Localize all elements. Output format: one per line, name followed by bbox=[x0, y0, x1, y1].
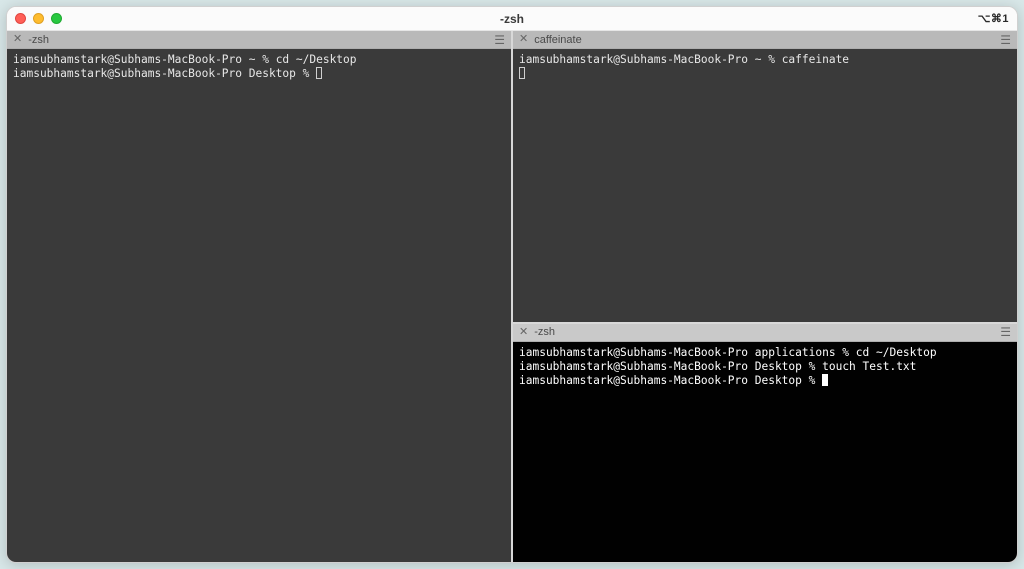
split-panes: ✕ -zsh ☰ iamsubhamstark@Subhams-MacBook-… bbox=[7, 31, 1017, 562]
prompt: iamsubhamstark@Subhams-MacBook-Pro Deskt… bbox=[13, 67, 316, 80]
close-tab-icon[interactable]: ✕ bbox=[13, 34, 22, 45]
terminal-window: -zsh ⌥⌘1 ✕ -zsh ☰ iamsubhamstark@Subhams… bbox=[6, 6, 1018, 563]
terminal-body-left[interactable]: iamsubhamstark@Subhams-MacBook-Pro ~ % c… bbox=[7, 49, 511, 562]
command-text: cd ~/Desktop bbox=[276, 53, 357, 66]
prompt: iamsubhamstark@Subhams-MacBook-Pro Deskt… bbox=[519, 374, 822, 387]
cursor-icon bbox=[822, 374, 828, 386]
pane-bottom-right[interactable]: ✕ -zsh ☰ iamsubhamstark@Subhams-MacBook-… bbox=[513, 324, 1017, 562]
cursor-icon bbox=[519, 67, 525, 79]
tabbar-bottom-right[interactable]: ✕ -zsh ☰ bbox=[513, 324, 1017, 342]
window-title: -zsh bbox=[7, 12, 1017, 26]
close-tab-icon[interactable]: ✕ bbox=[519, 34, 528, 45]
tabbar-left[interactable]: ✕ -zsh ☰ bbox=[7, 31, 511, 49]
tab-menu-icon[interactable]: ☰ bbox=[1000, 326, 1011, 338]
terminal-body-top-right[interactable]: iamsubhamstark@Subhams-MacBook-Pro ~ % c… bbox=[513, 49, 1017, 322]
tab-title: -zsh bbox=[28, 34, 49, 46]
prompt: iamsubhamstark@Subhams-MacBook-Pro ~ % bbox=[519, 53, 782, 66]
tab-menu-icon[interactable]: ☰ bbox=[1000, 34, 1011, 46]
close-tab-icon[interactable]: ✕ bbox=[519, 327, 528, 338]
prompt: iamsubhamstark@Subhams-MacBook-Pro Deskt… bbox=[519, 360, 822, 373]
prompt: iamsubhamstark@Subhams-MacBook-Pro ~ % bbox=[13, 53, 276, 66]
minimize-icon[interactable] bbox=[33, 13, 44, 24]
titlebar[interactable]: -zsh ⌥⌘1 bbox=[7, 7, 1017, 31]
pane-top-right[interactable]: ✕ caffeinate ☰ iamsubhamstark@Subhams-Ma… bbox=[513, 31, 1017, 322]
close-icon[interactable] bbox=[15, 13, 26, 24]
command-text: cd ~/Desktop bbox=[856, 346, 937, 359]
prompt: iamsubhamstark@Subhams-MacBook-Pro appli… bbox=[519, 346, 856, 359]
cursor-icon bbox=[316, 67, 322, 79]
tab-title: caffeinate bbox=[534, 34, 582, 46]
terminal-body-bottom-right[interactable]: iamsubhamstark@Subhams-MacBook-Pro appli… bbox=[513, 342, 1017, 562]
pane-left[interactable]: ✕ -zsh ☰ iamsubhamstark@Subhams-MacBook-… bbox=[7, 31, 511, 562]
command-text: caffeinate bbox=[782, 53, 849, 66]
zoom-icon[interactable] bbox=[51, 13, 62, 24]
right-column: ✕ caffeinate ☰ iamsubhamstark@Subhams-Ma… bbox=[513, 31, 1017, 562]
tab-menu-icon[interactable]: ☰ bbox=[494, 34, 505, 46]
traffic-lights bbox=[15, 13, 62, 24]
window-shortcut: ⌥⌘1 bbox=[978, 12, 1009, 25]
tab-title: -zsh bbox=[534, 326, 555, 338]
command-text: touch Test.txt bbox=[822, 360, 916, 373]
tabbar-top-right[interactable]: ✕ caffeinate ☰ bbox=[513, 31, 1017, 49]
